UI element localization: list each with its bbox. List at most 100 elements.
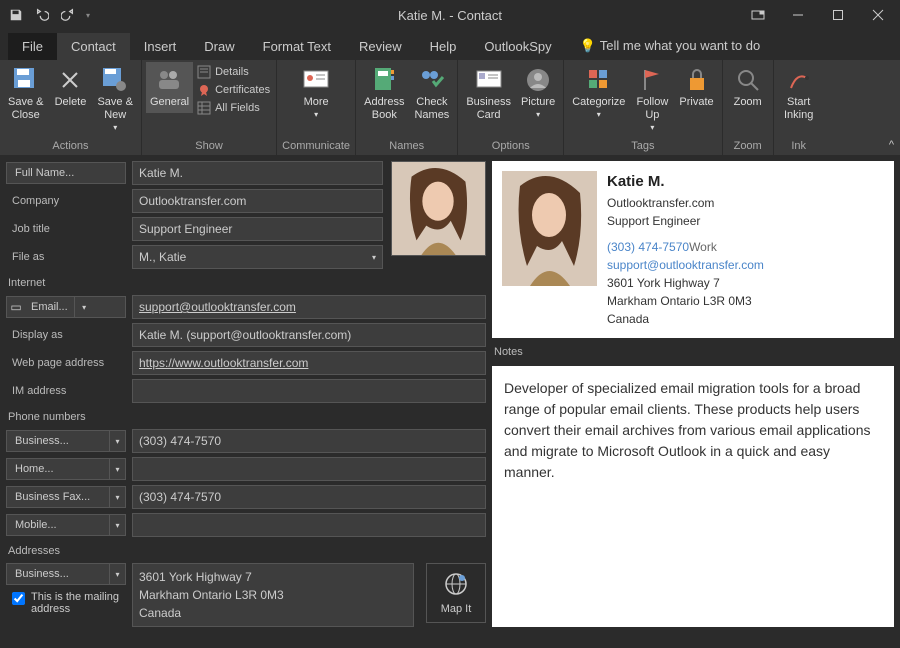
globe-icon [444,572,468,599]
card-photo [502,171,597,286]
web-page-input[interactable] [132,351,486,375]
file-as-select[interactable]: M., Katie▾ [132,245,383,269]
details-button[interactable]: Details [195,64,272,80]
email-input[interactable] [132,295,486,319]
card-company: Outlooktransfer.com [607,194,764,212]
check-names-icon [418,66,446,94]
save-close-button[interactable]: Save & Close [4,62,47,126]
contact-photo[interactable] [391,161,486,256]
start-inking-button[interactable]: Start Inking [778,62,820,126]
flag-icon [638,66,666,94]
ribbon-group-options: Business Card Picture Options [458,60,564,155]
business-card-preview: Katie M. Outlooktransfer.com Support Eng… [492,161,894,338]
ink-icon [785,66,813,94]
phone-fax-input[interactable] [132,485,486,509]
tab-review[interactable]: Review [345,33,416,60]
close-button[interactable] [858,0,898,30]
general-icon [156,66,184,94]
phone-fax-button[interactable]: Business Fax... [6,486,109,508]
business-card-icon [475,66,503,94]
address-type-button[interactable]: Business... [6,563,109,585]
check-names-button[interactable]: Check Names [410,62,453,126]
title-bar: ▾ Katie M. - Contact [0,0,900,30]
company-label: Company [6,195,126,207]
delete-icon [56,66,84,94]
tab-insert[interactable]: Insert [130,33,191,60]
categorize-button[interactable]: Categorize [568,62,629,124]
tab-file[interactable]: File [8,33,57,60]
mailing-address-checkbox[interactable]: This is the mailing address [6,591,126,615]
lock-icon [683,66,711,94]
display-as-input[interactable] [132,323,486,347]
window-title: Katie M. - Contact [398,8,502,23]
card-icon [302,66,330,94]
tab-contact[interactable]: Contact [57,33,130,60]
tab-outlookspy[interactable]: OutlookSpy [470,33,565,60]
business-card-button[interactable]: Business Card [462,62,515,126]
group-label: Actions [52,138,88,155]
phone-business-input[interactable] [132,429,486,453]
phone-home-button[interactable]: Home... [6,458,109,480]
chevron-down-icon[interactable]: ▾ [109,563,126,585]
web-page-label: Web page address [6,357,126,369]
ribbon-display-icon[interactable] [738,0,778,30]
zoom-button[interactable]: Zoom [727,62,769,113]
full-name-button[interactable]: Full Name... [6,162,126,184]
chevron-down-icon[interactable]: ▾ [109,486,126,508]
minimize-button[interactable] [778,0,818,30]
email-picker-button[interactable]: ▭Email...▾ [6,296,126,318]
group-label: Show [195,138,223,155]
display-as-label: Display as [6,329,126,341]
notes-textarea[interactable]: Developer of specialized email migration… [492,366,894,628]
save-new-button[interactable]: Save & New [93,62,136,137]
save-icon[interactable] [8,7,24,23]
tab-help[interactable]: Help [416,33,471,60]
zoom-icon [734,66,762,94]
address-book-icon [370,66,398,94]
general-button[interactable]: General [146,62,193,113]
undo-icon[interactable] [34,7,50,23]
tab-format-text[interactable]: Format Text [249,33,345,60]
ribbon-group-communicate: More Communicate [277,60,356,155]
save-new-icon [101,66,129,94]
picture-button[interactable]: Picture [517,62,559,124]
follow-up-button[interactable]: Follow Up [631,62,673,137]
private-button[interactable]: Private [675,62,717,113]
phone-home-input[interactable] [132,457,486,481]
address-input[interactable]: 3601 York Highway 7 Markham Ontario L3R … [132,563,414,627]
phone-mobile-button[interactable]: Mobile... [6,514,109,536]
all-fields-button[interactable]: All Fields [195,100,272,116]
phone-business-button[interactable]: Business... [6,430,109,452]
phone-section-label: Phone numbers [6,407,486,425]
company-input[interactable] [132,189,383,213]
ribbon-group-show: General Details Certificates All Fields … [142,60,277,155]
phone-mobile-input[interactable] [132,513,486,537]
redo-icon[interactable] [60,7,76,23]
ribbon-tabs: File Contact Insert Draw Format Text Rev… [0,30,900,60]
delete-button[interactable]: Delete [49,62,91,113]
card-addr2: Markham Ontario L3R 0M3 [607,292,764,310]
group-label: Communicate [282,138,350,155]
chevron-down-icon[interactable]: ▾ [109,514,126,536]
job-title-input[interactable] [132,217,383,241]
tab-draw[interactable]: Draw [190,33,248,60]
card-addr3: Canada [607,310,764,328]
categorize-icon [585,66,613,94]
qat-overflow-icon[interactable]: ▾ [86,11,90,20]
tell-me-search[interactable]: 💡Tell me what you want to do [566,32,775,60]
ribbon-group-tags: Categorize Follow Up Private Tags [564,60,722,155]
group-label: Names [389,138,424,155]
map-it-button[interactable]: Map It [426,563,486,623]
addresses-section-label: Addresses [6,541,486,559]
im-input[interactable] [132,379,486,403]
full-name-input[interactable] [132,161,383,185]
chevron-down-icon[interactable]: ▾ [109,430,126,452]
more-button[interactable]: More [281,62,351,124]
card-title: Support Engineer [607,212,764,230]
certificates-button[interactable]: Certificates [195,82,272,98]
collapse-ribbon-icon[interactable]: ^ [889,139,894,151]
maximize-button[interactable] [818,0,858,30]
chevron-down-icon[interactable]: ▾ [109,458,126,480]
card-small-icon: ▭ [7,297,25,317]
address-book-button[interactable]: Address Book [360,62,408,126]
